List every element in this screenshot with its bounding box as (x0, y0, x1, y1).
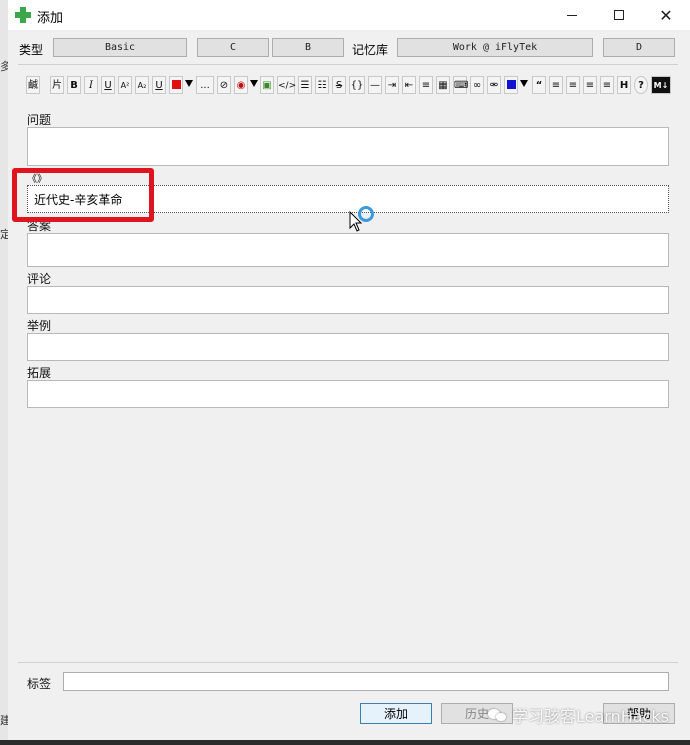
align-left-icon[interactable]: ≡ (549, 76, 563, 94)
divider (18, 662, 678, 663)
justify-icon[interactable]: ≡ (600, 76, 614, 94)
highlight-color-swatch (506, 79, 516, 89)
unordered-list-icon[interactable]: ☰ (298, 76, 312, 94)
keyboard-icon[interactable]: ⌨ (453, 76, 468, 94)
screen-bottom-edge (0, 740, 690, 745)
highlight-dropdown-icon[interactable] (520, 80, 528, 87)
title-bar: 添加 ✕ (8, 0, 690, 30)
highlight-color-button[interactable] (504, 76, 518, 94)
clear-format-button[interactable]: U (152, 76, 166, 94)
question-field[interactable] (27, 127, 669, 166)
add-plus-icon (15, 7, 31, 23)
html-icon[interactable]: </> (277, 76, 296, 94)
outdent-icon[interactable]: ⇤ (402, 76, 416, 94)
maximize-icon (614, 10, 624, 20)
divider (18, 64, 678, 65)
image-icon[interactable]: ▣ (260, 76, 274, 94)
type-label: 类型 (19, 43, 44, 57)
record-dropdown-icon[interactable] (250, 80, 258, 87)
more-button[interactable]: ... (196, 76, 214, 94)
field-label-example: 举例 (27, 319, 52, 333)
italic-button[interactable]: I (84, 76, 98, 94)
loading-spinner-icon (358, 206, 374, 222)
minimize-icon (567, 14, 577, 16)
braces-icon[interactable]: {} (349, 76, 365, 94)
cards-button[interactable]: 片 (50, 76, 64, 94)
markdown-icon[interactable]: M↓ (651, 76, 671, 94)
tags-input[interactable] (63, 672, 669, 691)
text-color-button[interactable] (169, 76, 183, 94)
align-center-icon[interactable]: ≡ (566, 76, 580, 94)
wechat-icon (488, 707, 508, 723)
field-label-extension: 拓展 (27, 366, 52, 380)
text-color-swatch (171, 79, 181, 89)
tags-label: 标签 (27, 677, 52, 691)
highlight-annotation-box (12, 168, 154, 222)
ordered-list-icon[interactable]: ☷ (315, 76, 329, 94)
field-label-question: 问题 (27, 113, 52, 127)
d-button[interactable]: D (603, 38, 675, 57)
align-right-icon[interactable]: ≡ (583, 76, 597, 94)
minimize-button[interactable] (549, 0, 595, 30)
table-icon[interactable]: ▦ (436, 76, 450, 94)
window-title: 添加 (37, 11, 64, 26)
subscript-button[interactable]: A₂ (135, 76, 149, 94)
comment-field[interactable] (27, 286, 669, 314)
c-button[interactable]: C (197, 38, 269, 57)
extension-field[interactable] (27, 380, 669, 408)
strikethrough-icon[interactable]: S (332, 76, 346, 94)
link-icon[interactable]: ∞ (470, 76, 484, 94)
add-button[interactable]: 添加 (360, 703, 432, 724)
maximize-button[interactable] (596, 0, 642, 30)
deck-label: 记忆库 (352, 43, 389, 57)
unlink-icon[interactable]: ⚮ (487, 76, 501, 94)
help-icon[interactable]: ? (634, 76, 648, 94)
example-field[interactable] (27, 333, 669, 361)
note-type-button[interactable]: Basic (53, 38, 187, 57)
superscript-button[interactable]: A² (118, 76, 132, 94)
indent-icon[interactable]: ⇥ (385, 76, 399, 94)
editor-toolbar: 鹹 片 B I U A² A₂ U ... ⊘ ◉ ▣ </> ☰ ☷ S {}… (26, 76, 676, 96)
hr-icon[interactable]: — (368, 76, 382, 94)
bold-button[interactable]: B (67, 76, 81, 94)
close-icon: ✕ (659, 5, 673, 25)
deck-button[interactable]: Work @ iFlyTek (397, 38, 593, 57)
add-note-dialog: 添加 ✕ 类型 Basic C B 记忆库 Work @ iFlyTek D 鹹… (8, 0, 690, 745)
heading-icon[interactable]: H (617, 76, 631, 94)
answer-field[interactable] (27, 233, 669, 267)
underline-button[interactable]: U (101, 76, 115, 94)
text-color-dropdown-icon[interactable] (185, 80, 193, 87)
field-label-comment: 评论 (27, 272, 52, 286)
attach-icon[interactable]: ⊘ (217, 76, 231, 94)
b-button[interactable]: B (272, 38, 344, 57)
list-icon[interactable]: ≡ (419, 76, 433, 94)
fields-button[interactable]: 鹹 (26, 76, 40, 94)
watermark: 学习骇客LearnHacks (488, 703, 669, 727)
close-button[interactable]: ✕ (643, 0, 689, 30)
watermark-text: 学习骇客LearnHacks (512, 707, 669, 726)
quote-icon[interactable]: “ (532, 76, 546, 94)
record-icon[interactable]: ◉ (234, 76, 248, 94)
